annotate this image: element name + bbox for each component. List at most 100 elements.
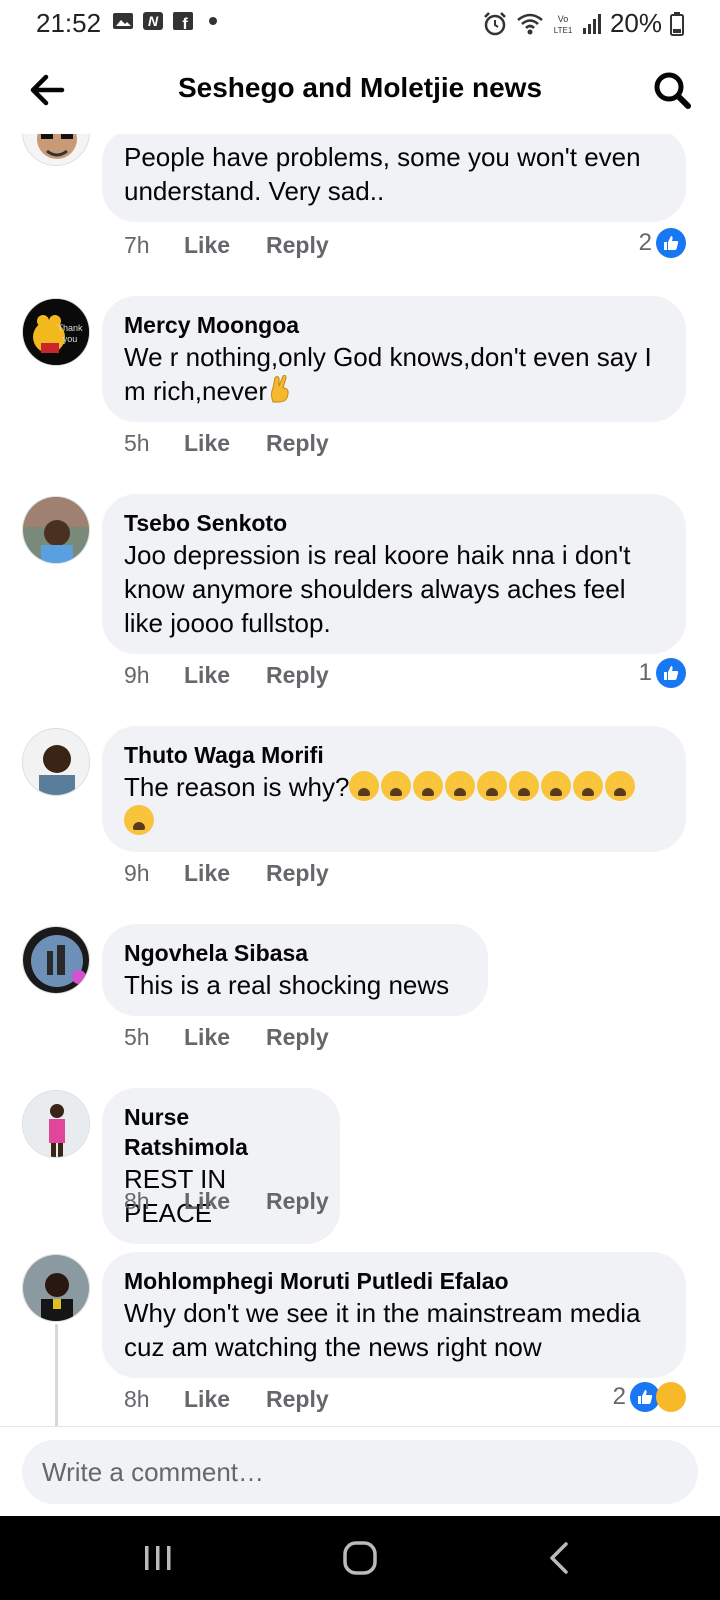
comment-bubble[interactable]: Ngovhela Sibasa This is a real shocking …	[102, 924, 488, 1016]
reaction-count: 2	[638, 229, 652, 256]
comment-actions: 8h Like Reply	[124, 1386, 329, 1413]
comment-text-body: The reason is why?	[124, 772, 350, 802]
reply-button[interactable]: Reply	[266, 1024, 329, 1051]
comment-time: 7h	[124, 232, 150, 258]
comment-text: Why don't we see it in the mainstream me…	[124, 1298, 641, 1362]
recent-apps-icon[interactable]	[136, 1536, 180, 1580]
search-icon[interactable]	[650, 68, 694, 112]
reaction-summary[interactable]: 2	[613, 1382, 686, 1412]
like-button[interactable]: Like	[184, 662, 266, 689]
crying-face-emoji	[381, 771, 412, 801]
like-button[interactable]: Like	[184, 430, 266, 457]
avatar[interactable]	[22, 926, 90, 994]
signal-icon	[582, 13, 601, 34]
comment-actions: 8h Like Reply	[124, 1188, 329, 1215]
comment-author[interactable]: Tsebo Senkoto	[124, 508, 664, 538]
notification-icons: N f	[112, 10, 224, 32]
comment-composer	[0, 1426, 720, 1516]
reaction-count: 1	[638, 659, 652, 686]
svg-text:Vo: Vo	[558, 14, 569, 24]
comment-text: This is a real shocking news	[124, 970, 450, 1000]
svg-text:N: N	[148, 13, 159, 29]
comment-time: 8h	[124, 1188, 150, 1214]
status-right: Vo LTE1 20%	[482, 8, 684, 39]
comment-time: 5h	[124, 1024, 150, 1050]
avatar[interactable]	[22, 1254, 90, 1322]
crying-face-emoji	[124, 805, 154, 835]
comment-text: The reason is why?	[124, 770, 664, 838]
comment-actions: 5h Like Reply	[124, 430, 329, 457]
dot-icon	[209, 17, 217, 25]
like-reaction-icon	[656, 228, 686, 258]
svg-text:f: f	[182, 16, 188, 32]
comment-author[interactable]: Thuto Waga Morifi	[124, 740, 664, 770]
status-bar: 21:52 N f Vo LTE1 20%	[0, 0, 720, 46]
comment-author[interactable]: Ngovhela Sibasa	[124, 938, 466, 968]
avatar[interactable]	[22, 1090, 90, 1158]
comment-author[interactable]: Mohlomphegi Moruti Putledi Efalao	[124, 1266, 664, 1296]
comment-input[interactable]	[22, 1440, 698, 1504]
reaction-count: 2	[612, 1383, 626, 1410]
comment-time: 5h	[124, 430, 150, 456]
comment-text: People have problems, some you won't eve…	[124, 142, 641, 206]
crying-face-emoji	[477, 771, 508, 801]
comment-text: We r nothing,only God knows,don't even s…	[124, 340, 664, 408]
avatar[interactable]	[22, 496, 90, 564]
comment-text-body: We r nothing,only God knows,don't even s…	[124, 342, 652, 406]
haha-reaction-icon	[656, 1382, 686, 1412]
reply-button[interactable]: Reply	[266, 430, 329, 457]
facebook-icon: f	[173, 12, 193, 32]
alarm-icon	[484, 11, 506, 35]
comment-actions: 5h Like Reply	[124, 1024, 329, 1051]
avatar[interactable]: Thank you	[22, 298, 90, 366]
comment-bubble[interactable]: Tsebo Senkoto Joo depression is real koo…	[102, 494, 686, 654]
comment-bubble[interactable]: Mercy Moongoa We r nothing,only God know…	[102, 296, 686, 422]
comment-author[interactable]: Nurse Ratshimola	[124, 1102, 318, 1162]
comment-bubble[interactable]: Nurse Ratshimola REST IN PEACE	[102, 1088, 340, 1244]
avatar-caption: Thank you	[57, 323, 83, 344]
reply-button[interactable]: Reply	[266, 1188, 329, 1215]
back-nav-icon[interactable]	[538, 1536, 582, 1580]
crying-face-emoji	[509, 771, 540, 801]
crying-face-emoji	[541, 771, 572, 801]
like-button[interactable]: Like	[184, 860, 266, 887]
battery-percent: 20%	[609, 8, 662, 38]
like-reaction-icon	[656, 658, 686, 688]
crying-face-emoji	[349, 771, 380, 801]
thread-line	[55, 1324, 58, 1426]
comment-bubble[interactable]: People have problems, some you won't eve…	[102, 134, 686, 222]
comment-actions: 9h Like Reply	[124, 662, 329, 689]
like-button[interactable]: Like	[184, 232, 266, 259]
comment-bubble[interactable]: Mohlomphegi Moruti Putledi Efalao Why do…	[102, 1252, 686, 1378]
crossed-fingers-emoji	[271, 374, 289, 403]
comment-time: 9h	[124, 860, 150, 886]
gallery-icon	[113, 13, 133, 29]
comment-actions: 7h Like Reply	[124, 232, 329, 259]
home-icon[interactable]	[338, 1536, 382, 1580]
avatar[interactable]	[22, 134, 90, 166]
reply-button[interactable]: Reply	[266, 1386, 329, 1413]
comment-time: 8h	[124, 1386, 150, 1412]
reply-button[interactable]: Reply	[266, 662, 329, 689]
page-header: Seshego and Moletjie news	[0, 46, 720, 134]
reaction-summary[interactable]: 1	[639, 658, 686, 688]
comment-author[interactable]: Mercy Moongoa	[124, 310, 664, 340]
comment-actions: 9h Like Reply	[124, 860, 329, 887]
avatar[interactable]	[22, 728, 90, 796]
crying-face-emoji	[445, 771, 476, 801]
comment-bubble[interactable]: Thuto Waga Morifi The reason is why?	[102, 726, 686, 852]
crying-face-emoji	[573, 771, 604, 801]
reaction-summary[interactable]: 2	[639, 228, 686, 258]
like-button[interactable]: Like	[184, 1188, 266, 1215]
reply-button[interactable]: Reply	[266, 232, 329, 259]
page-title: Seshego and Moletjie news	[177, 72, 543, 103]
like-button[interactable]: Like	[184, 1386, 266, 1413]
comments-list: People have problems, some you won't eve…	[0, 134, 720, 1426]
system-nav-bar	[0, 1516, 720, 1600]
volte-icon: Vo LTE1	[554, 14, 573, 35]
like-button[interactable]: Like	[184, 1024, 266, 1051]
reply-button[interactable]: Reply	[266, 860, 329, 887]
wifi-icon	[517, 13, 543, 34]
svg-text:LTE1: LTE1	[554, 26, 573, 35]
comment-time: 9h	[124, 662, 150, 688]
